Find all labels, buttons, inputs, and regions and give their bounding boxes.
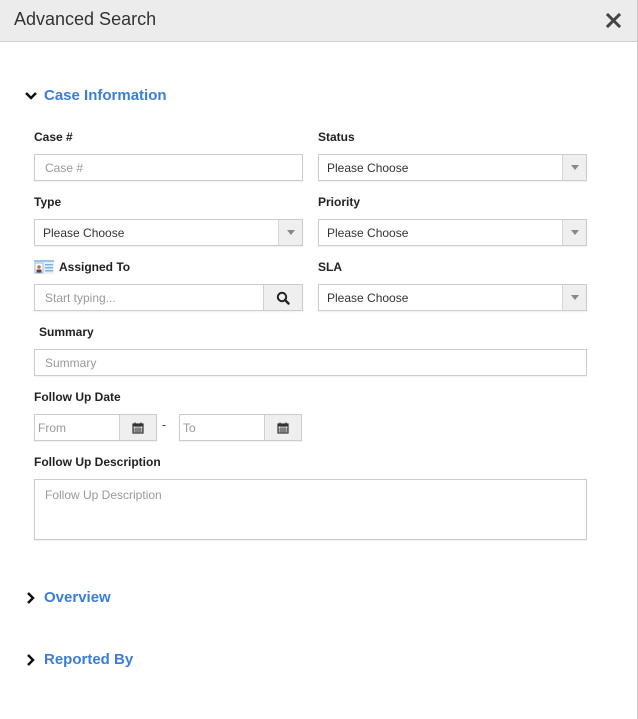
advanced-search-panel: Advanced Search Case Information Case # … — [0, 0, 638, 719]
close-button[interactable] — [605, 9, 623, 31]
summary-input[interactable]: Summary — [34, 349, 587, 376]
sla-label: SLA — [318, 260, 342, 274]
follow-up-date-to-input[interactable]: To — [179, 414, 302, 441]
priority-label: Priority — [318, 195, 361, 209]
follow-up-date-label: Follow Up Date — [34, 390, 121, 404]
case-number-input[interactable]: Case # — [34, 154, 303, 181]
assigned-to-label: Assigned To — [59, 260, 131, 274]
section-title: Case Information — [44, 87, 167, 104]
follow-up-description-placeholder: Follow Up Description — [45, 488, 162, 502]
date-range-separator: - — [162, 417, 167, 432]
section-overview[interactable]: Overview — [24, 589, 111, 606]
case-number-label: Case # — [34, 130, 73, 144]
contact-card-icon — [34, 260, 54, 274]
chevron-right-icon — [27, 591, 35, 604]
type-value: Please Choose — [43, 225, 125, 240]
section-reported-by[interactable]: Reported By — [24, 651, 133, 668]
status-select[interactable]: Please Choose — [318, 154, 587, 181]
caret-down-icon — [570, 230, 579, 235]
to-placeholder: To — [183, 420, 196, 435]
priority-select[interactable]: Please Choose — [318, 219, 587, 246]
calendar-icon — [132, 422, 144, 434]
from-placeholder: From — [38, 420, 66, 435]
type-select[interactable]: Please Choose — [34, 219, 303, 246]
section-case-information[interactable]: Case Information — [24, 87, 167, 104]
section-title: Overview — [44, 589, 111, 606]
type-dropdown-toggle[interactable] — [278, 220, 302, 245]
status-label: Status — [318, 130, 355, 144]
assigned-to-placeholder: Start typing... — [45, 290, 116, 305]
priority-value: Please Choose — [327, 225, 409, 240]
assigned-to-search-button[interactable] — [263, 285, 302, 310]
follow-up-description-textarea[interactable]: Follow Up Description — [34, 479, 587, 540]
type-label: Type — [34, 195, 62, 209]
follow-up-description-label: Follow Up Description — [34, 455, 161, 469]
panel-header: Advanced Search — [0, 0, 637, 42]
status-dropdown-toggle[interactable] — [562, 155, 586, 180]
section-title: Reported By — [44, 651, 134, 668]
caret-down-icon — [570, 295, 579, 300]
panel-title: Advanced Search — [14, 9, 157, 29]
status-value: Please Choose — [327, 160, 409, 175]
sla-select[interactable]: Please Choose — [318, 284, 587, 311]
chevron-right-icon — [27, 653, 35, 666]
assigned-to-label-group: Assigned To — [34, 260, 130, 274]
search-icon — [276, 291, 290, 305]
close-icon — [605, 12, 622, 29]
priority-dropdown-toggle[interactable] — [562, 220, 586, 245]
assigned-to-input[interactable]: Start typing... — [34, 284, 303, 311]
follow-up-date-from-input[interactable]: From — [34, 414, 157, 441]
to-calendar-button[interactable] — [264, 415, 301, 440]
summary-placeholder: Summary — [45, 355, 97, 370]
from-calendar-button[interactable] — [119, 415, 156, 440]
calendar-icon — [277, 422, 289, 434]
case-number-placeholder: Case # — [45, 160, 84, 175]
sla-value: Please Choose — [327, 290, 409, 305]
caret-down-icon — [286, 230, 295, 235]
summary-label: Summary — [39, 325, 94, 339]
sla-dropdown-toggle[interactable] — [562, 285, 586, 310]
chevron-down-icon — [25, 91, 37, 100]
caret-down-icon — [570, 165, 579, 170]
